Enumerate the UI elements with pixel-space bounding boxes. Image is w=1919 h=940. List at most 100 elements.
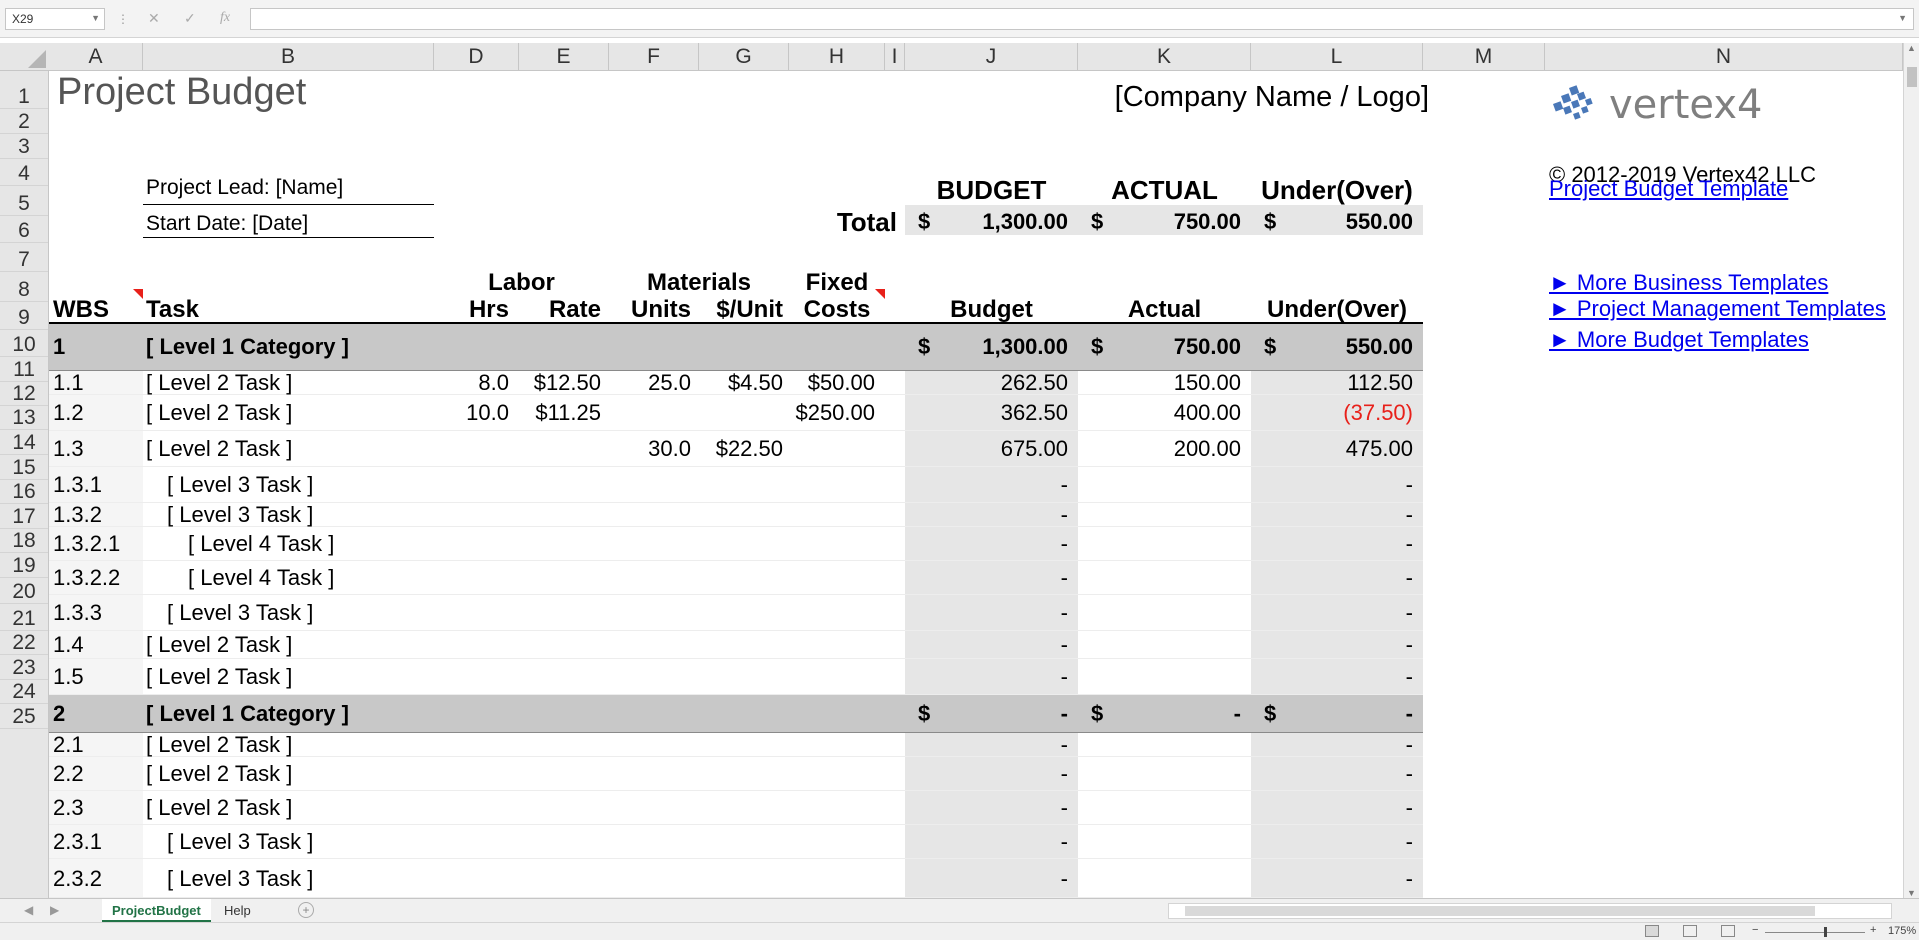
- task-name-cell[interactable]: [ Level 2 Task ]: [146, 372, 292, 394]
- column-header-i[interactable]: I: [885, 43, 905, 71]
- total-budget-value[interactable]: 1,300.00: [905, 211, 1068, 233]
- column-header-h[interactable]: H: [789, 43, 885, 71]
- more-budget-templates-link[interactable]: ► More Budget Templates: [1549, 329, 1809, 351]
- under-cell[interactable]: -: [1251, 533, 1413, 555]
- budget-cell[interactable]: 1,300.00: [905, 336, 1068, 358]
- column-header-k[interactable]: K: [1078, 43, 1251, 71]
- under-cell[interactable]: 550.00: [1251, 336, 1413, 358]
- total-under-value[interactable]: 550.00: [1251, 211, 1413, 233]
- scroll-up-icon[interactable]: ▲: [1907, 43, 1916, 53]
- expand-formula-bar-icon[interactable]: ▼: [1898, 13, 1907, 23]
- budget-cell[interactable]: -: [905, 504, 1068, 526]
- page-layout-view-icon[interactable]: [1683, 925, 1697, 937]
- under-cell[interactable]: -: [1251, 634, 1413, 656]
- column-header-n[interactable]: N: [1545, 43, 1903, 71]
- under-cell[interactable]: 475.00: [1251, 438, 1413, 460]
- budget-cell[interactable]: -: [905, 831, 1068, 853]
- hrs-cell[interactable]: 10.0: [434, 402, 509, 424]
- wbs-cell[interactable]: 1.3.2.2: [53, 567, 120, 589]
- unit-cost-cell[interactable]: $4.50: [699, 372, 783, 394]
- wbs-cell[interactable]: 1.1: [53, 372, 84, 394]
- row-header-14[interactable]: 14: [0, 431, 48, 455]
- row-header-18[interactable]: 18: [0, 529, 48, 553]
- row-header-9[interactable]: 9: [0, 306, 48, 330]
- sheet-tab-help[interactable]: Help: [214, 899, 261, 922]
- row-header-24[interactable]: 24: [0, 680, 48, 704]
- select-all-button[interactable]: [0, 43, 49, 71]
- budget-cell[interactable]: -: [905, 634, 1068, 656]
- budget-cell[interactable]: -: [905, 868, 1068, 890]
- actual-cell[interactable]: 150.00: [1078, 372, 1241, 394]
- unit-cost-cell[interactable]: $22.50: [699, 438, 783, 460]
- fixed-cost-cell[interactable]: $50.00: [789, 372, 875, 394]
- under-cell[interactable]: -: [1251, 703, 1413, 725]
- task-name-cell[interactable]: [ Level 4 Task ]: [188, 533, 334, 555]
- wbs-cell[interactable]: 2: [53, 703, 65, 725]
- wbs-cell[interactable]: 2.2: [53, 763, 84, 785]
- prev-sheet-icon[interactable]: ◀: [24, 903, 33, 917]
- vertical-scroll-thumb[interactable]: [1907, 67, 1917, 87]
- budget-cell[interactable]: -: [905, 567, 1068, 589]
- budget-cell[interactable]: 362.50: [905, 402, 1068, 424]
- task-name-cell[interactable]: [ Level 1 Category ]: [146, 703, 349, 725]
- enter-icon[interactable]: ✓: [184, 10, 196, 27]
- row-header-1[interactable]: 1: [0, 85, 48, 109]
- row-header-10[interactable]: 10: [0, 333, 48, 357]
- under-cell[interactable]: -: [1251, 734, 1413, 756]
- column-header-d[interactable]: D: [434, 43, 519, 71]
- row-header-2[interactable]: 2: [0, 110, 48, 134]
- task-name-cell[interactable]: [ Level 3 Task ]: [167, 474, 313, 496]
- wbs-cell[interactable]: 1.3.2: [53, 504, 102, 526]
- budget-cell[interactable]: -: [905, 734, 1068, 756]
- row-header-20[interactable]: 20: [0, 580, 48, 604]
- normal-view-icon[interactable]: [1645, 925, 1659, 937]
- horizontal-scroll-thumb[interactable]: [1185, 906, 1815, 916]
- under-cell[interactable]: (37.50): [1251, 402, 1413, 424]
- rate-cell[interactable]: $11.25: [519, 402, 601, 424]
- row-header-8[interactable]: 8: [0, 278, 48, 302]
- zoom-out-icon[interactable]: −: [1752, 924, 1758, 936]
- budget-cell[interactable]: 675.00: [905, 438, 1068, 460]
- under-cell[interactable]: -: [1251, 474, 1413, 496]
- page-break-preview-icon[interactable]: [1721, 925, 1735, 937]
- hrs-cell[interactable]: 8.0: [434, 372, 509, 394]
- sheet-tab-projectbudget[interactable]: ProjectBudget: [102, 899, 211, 922]
- scroll-down-icon[interactable]: ▼: [1907, 888, 1916, 898]
- wbs-cell[interactable]: 1.3: [53, 438, 84, 460]
- vertex42-logo[interactable]: vertex42: [1549, 74, 1764, 130]
- task-name-cell[interactable]: [ Level 4 Task ]: [188, 567, 334, 589]
- task-name-cell[interactable]: [ Level 2 Task ]: [146, 402, 292, 424]
- task-name-cell[interactable]: [ Level 3 Task ]: [167, 504, 313, 526]
- row-header-11[interactable]: 11: [0, 358, 48, 382]
- cancel-icon[interactable]: ✕: [148, 10, 160, 27]
- actual-cell[interactable]: -: [1078, 703, 1241, 725]
- row-header-12[interactable]: 12: [0, 382, 48, 406]
- under-cell[interactable]: -: [1251, 504, 1413, 526]
- column-header-l[interactable]: L: [1251, 43, 1423, 71]
- units-cell[interactable]: 30.0: [609, 438, 691, 460]
- under-cell[interactable]: -: [1251, 567, 1413, 589]
- task-name-cell[interactable]: [ Level 2 Task ]: [146, 666, 292, 688]
- row-header-3[interactable]: 3: [0, 135, 48, 159]
- under-cell[interactable]: -: [1251, 831, 1413, 853]
- task-name-cell[interactable]: [ Level 2 Task ]: [146, 634, 292, 656]
- task-name-cell[interactable]: [ Level 2 Task ]: [146, 438, 292, 460]
- wbs-cell[interactable]: 1.3.1: [53, 474, 102, 496]
- column-header-j[interactable]: J: [905, 43, 1078, 71]
- zoom-slider-knob[interactable]: [1824, 927, 1827, 937]
- budget-cell[interactable]: -: [905, 763, 1068, 785]
- row-header-5[interactable]: 5: [0, 192, 48, 216]
- task-name-cell[interactable]: [ Level 3 Task ]: [167, 868, 313, 890]
- project-lead[interactable]: Project Lead: [Name]: [146, 177, 343, 198]
- wbs-cell[interactable]: 2.3: [53, 797, 84, 819]
- add-sheet-icon[interactable]: +: [298, 902, 314, 918]
- row-header-23[interactable]: 23: [0, 656, 48, 680]
- budget-cell[interactable]: -: [905, 797, 1068, 819]
- row-header-7[interactable]: 7: [0, 248, 48, 272]
- budget-cell[interactable]: 262.50: [905, 372, 1068, 394]
- under-cell[interactable]: -: [1251, 797, 1413, 819]
- row-header-4[interactable]: 4: [0, 162, 48, 186]
- wbs-cell[interactable]: 2.3.1: [53, 831, 102, 853]
- row-header-6[interactable]: 6: [0, 219, 48, 243]
- row-header-15[interactable]: 15: [0, 456, 48, 480]
